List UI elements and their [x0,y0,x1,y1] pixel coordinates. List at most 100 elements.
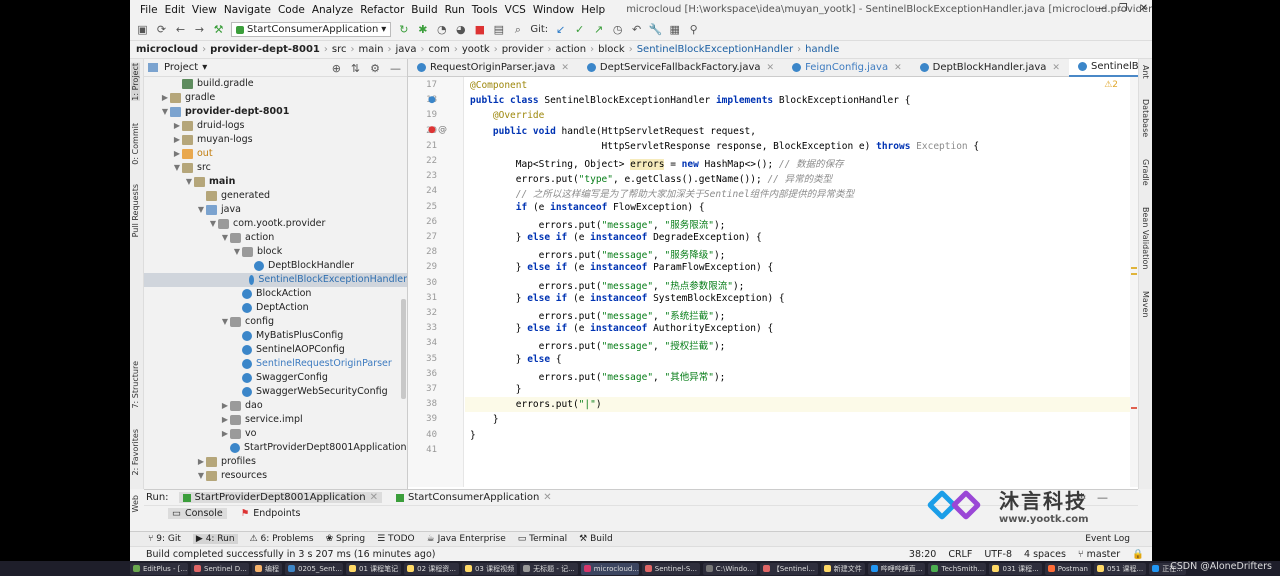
close-tab-icon[interactable]: ✕ [1052,63,1060,73]
menu-item-vcs[interactable]: VCS [505,4,526,16]
tree-node[interactable]: MyBatisPlusConfig [144,329,407,343]
close-icon[interactable]: ✕ [1140,3,1148,14]
console-tab[interactable]: ▭ Console [168,507,227,519]
git-push-icon[interactable]: ↗ [592,23,605,36]
editor-scrollbar[interactable] [1130,77,1138,487]
close-icon[interactable]: ✕ [370,492,378,503]
minimize-icon[interactable]: — [1097,3,1107,14]
breadcrumb-item[interactable]: block [598,44,625,55]
menu-item-run[interactable]: Run [445,4,465,16]
code-line[interactable]: @Override [470,110,544,121]
taskbar-item[interactable]: microcloud... [580,562,639,575]
tree-node[interactable]: SentinelAOPConfig [144,343,407,357]
taskbar-item[interactable]: 051 课程... [1093,562,1147,575]
collapse-all-icon[interactable]: ⇅ [351,62,360,75]
tree-node[interactable]: SentinelBlockExceptionHandler [144,273,407,287]
chevron-right-icon[interactable]: ▶ [220,399,230,413]
forward-icon[interactable]: → [193,23,206,36]
menu-item-refactor[interactable]: Refactor [360,4,404,16]
menu-item-build[interactable]: Build [411,4,437,16]
tool-button-todo[interactable]: ☰ TODO [377,534,415,544]
code-line[interactable]: errors.put("message", "服务降级"); [470,247,726,261]
tool-window-project[interactable]: 1: Project [131,63,140,101]
annotation-gutter-icon[interactable]: @ [438,125,447,135]
tool-window-database[interactable]: Database [1141,99,1150,137]
taskbar-item[interactable]: 02 课程资... [404,562,459,575]
tree-node[interactable]: ▼ block [144,245,407,259]
code-line[interactable]: } else { [470,354,562,365]
coverage-icon[interactable]: ◔ [435,23,448,36]
taskbar-item[interactable]: 01 课程笔记 [346,562,402,575]
git-history-icon[interactable]: ◷ [611,23,624,36]
menu-item-edit[interactable]: Edit [165,4,185,16]
tree-node[interactable]: ▼ src [144,161,407,175]
breadcrumb-item[interactable]: com [428,44,449,55]
tree-node[interactable]: ▶ muyan-logs [144,133,407,147]
chevron-down-icon[interactable]: ▼ [184,175,194,189]
chevron-down-icon[interactable]: ▼ [160,105,170,119]
tree-node[interactable]: ▼ main [144,175,407,189]
menu-item-navigate[interactable]: Navigate [224,4,271,16]
chevron-right-icon[interactable]: ▶ [172,147,182,161]
code-line[interactable]: @Component [470,80,527,91]
tool-button-spring[interactable]: ❀ Spring [326,534,365,544]
chevron-down-icon[interactable]: ▼ [232,245,242,259]
code-line[interactable]: public class SentinelBlockExceptionHandl… [470,95,910,106]
menu-item-window[interactable]: Window [533,4,574,16]
code-line[interactable]: if (e instanceof FlowException) { [470,202,705,213]
taskbar-item[interactable]: 031 课程... [989,562,1042,575]
git-rollback-icon[interactable]: ↶ [630,23,643,36]
taskbar-item[interactable]: 0205_Sent... [285,562,343,575]
search-everywhere-icon[interactable]: ⌕ [511,23,524,36]
breadcrumb-item[interactable]: handle [805,44,839,55]
menu-item-file[interactable]: File [140,4,158,16]
tree-node[interactable]: StartProviderDept8001Application [144,441,407,455]
implements-gutter-icon[interactable]: ● [428,95,436,105]
event-log-button[interactable]: Event Log [1085,534,1130,544]
code-line[interactable]: } [470,414,499,425]
caret-position[interactable]: 38:20 [909,549,936,560]
chevron-right-icon[interactable]: ▶ [220,427,230,441]
endpoints-tab[interactable]: ⚑ Endpoints [241,508,301,519]
breadcrumb-item[interactable]: yootk [462,44,490,55]
tool-window-gradle[interactable]: Gradle [1141,159,1150,186]
warning-count[interactable]: ⚠2 [1104,80,1118,90]
profile-icon[interactable]: ◕ [454,23,467,36]
chevron-right-icon[interactable]: ▶ [172,119,182,133]
code-line[interactable]: errors.put("message", "其他异常"); [470,369,726,383]
taskbar-item[interactable]: 无标题 - 记... [520,562,578,575]
chevron-down-icon[interactable]: ▾ [202,62,207,73]
tool-window-web[interactable]: Web [131,495,140,512]
hide-panel-icon[interactable]: — [390,62,401,75]
settings-wrench-icon[interactable]: 🔧 [649,23,663,36]
tree-node[interactable]: SwaggerWebSecurityConfig [144,385,407,399]
project-view-select[interactable]: Project [164,62,198,73]
breadcrumb-item[interactable]: src [332,44,347,55]
menu-item-analyze[interactable]: Analyze [312,4,353,16]
tree-node[interactable]: SwaggerConfig [144,371,407,385]
tree-node[interactable]: ▼ resources [144,469,407,483]
menu-item-tools[interactable]: Tools [472,4,498,16]
code-line[interactable]: errors.put("|") [470,399,602,410]
tree-node[interactable]: ▶ service.impl [144,413,407,427]
tool-button-run[interactable]: ▶ 4: Run [192,534,238,544]
chevron-down-icon[interactable]: ▼ [196,203,206,217]
code-line[interactable]: } else if (e instanceof ParamFlowExcepti… [470,262,773,273]
chevron-down-icon[interactable]: ▼ [196,469,206,483]
menu-item-view[interactable]: View [192,4,217,16]
menu-item-code[interactable]: Code [278,4,305,16]
run-tab-consumer[interactable]: StartConsumerApplication ✕ [392,492,556,503]
editor-tab[interactable]: DeptBlockHandler.java ✕ [911,59,1069,77]
breadcrumb-item[interactable]: provider-dept-8001 [210,44,320,55]
breadcrumb-item[interactable]: microcloud [136,44,198,55]
tree-node[interactable]: DeptAction [144,301,407,315]
code-line[interactable]: errors.put("message", "系统拦截"); [470,308,726,322]
breadcrumb-item[interactable]: provider [502,44,544,55]
taskbar-item[interactable]: 【Sentinel... [759,562,818,575]
file-encoding[interactable]: UTF-8 [984,549,1012,560]
chevron-right-icon[interactable]: ▶ [220,413,230,427]
taskbar-item[interactable]: Postman [1044,562,1091,575]
stop-icon[interactable]: ■ [473,23,486,36]
tree-node[interactable]: ▼ com.yootk.provider [144,217,407,231]
taskbar-item[interactable]: 编程 [252,562,282,575]
